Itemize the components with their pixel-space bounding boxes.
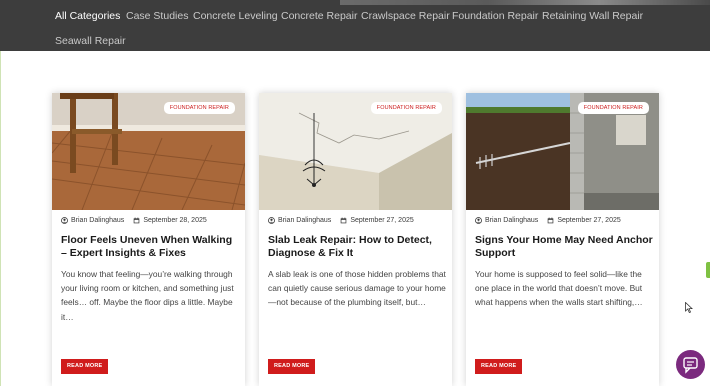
- category-retaining-wall-repair[interactable]: Retaining Wall Repair: [542, 10, 643, 22]
- read-more-button[interactable]: READ MORE: [475, 359, 523, 374]
- post-title[interactable]: Floor Feels Uneven When Walking – Expert…: [61, 234, 239, 259]
- user-circle-icon: [268, 217, 275, 224]
- post-date: September 28, 2025: [143, 217, 207, 224]
- category-case-studies[interactable]: Case Studies: [126, 10, 188, 22]
- post-thumbnail[interactable]: FOUNDATION REPAIR: [259, 93, 452, 210]
- category-badge[interactable]: FOUNDATION REPAIR: [163, 102, 235, 114]
- post-title[interactable]: Slab Leak Repair: How to Detect, Diagnos…: [268, 234, 446, 259]
- chat-bubble-icon: [683, 357, 698, 374]
- category-seawall-repair[interactable]: Seawall Repair: [55, 35, 126, 47]
- post-excerpt: Your home is supposed to feel solid—like…: [475, 269, 643, 308]
- post-excerpt: A slab leak is one of those hidden probl…: [268, 269, 446, 308]
- post-meta: Brian Dalinghaus September 27, 2025: [475, 217, 621, 224]
- calendar-icon: [548, 217, 554, 224]
- category-bar: All Categories Case Studies Concrete Lev…: [0, 0, 710, 51]
- post-author[interactable]: Brian Dalinghaus: [71, 217, 124, 224]
- user-circle-icon: [61, 217, 68, 224]
- read-more-button[interactable]: READ MORE: [61, 359, 109, 374]
- chat-button[interactable]: [676, 350, 705, 379]
- post-date: September 27, 2025: [557, 217, 621, 224]
- post-meta: Brian Dalinghaus September 28, 2025: [61, 217, 207, 224]
- read-more-button[interactable]: READ MORE: [268, 359, 316, 374]
- scroll-accent: [706, 262, 710, 278]
- post-title[interactable]: Signs Your Home May Need Anchor Support: [475, 234, 653, 259]
- post-card: FOUNDATION REPAIR Brian Dalinghaus Septe…: [259, 93, 452, 386]
- post-meta: Brian Dalinghaus September 27, 2025: [268, 217, 414, 224]
- category-concrete-repair[interactable]: Concrete Repair: [281, 10, 357, 22]
- post-card: FOUNDATION REPAIR Brian Dalinghaus Septe…: [52, 93, 245, 386]
- post-card: FOUNDATION REPAIR Brian Dalinghaus Septe…: [466, 93, 659, 386]
- calendar-icon: [134, 217, 140, 224]
- calendar-icon: [341, 217, 347, 224]
- mouse-pointer-icon: [685, 302, 693, 314]
- category-foundation-repair[interactable]: Foundation Repair: [452, 10, 538, 22]
- post-thumbnail[interactable]: FOUNDATION REPAIR: [466, 93, 659, 210]
- page-edge-line: [0, 51, 1, 386]
- post-thumbnail[interactable]: FOUNDATION REPAIR: [52, 93, 245, 210]
- category-badge[interactable]: FOUNDATION REPAIR: [577, 102, 649, 114]
- category-crawlspace-repair[interactable]: Crawlspace Repair: [361, 10, 450, 22]
- user-circle-icon: [475, 217, 482, 224]
- header-image-strip: [340, 0, 710, 5]
- post-date: September 27, 2025: [350, 217, 414, 224]
- category-all[interactable]: All Categories: [55, 10, 120, 22]
- category-concrete-leveling[interactable]: Concrete Leveling: [193, 10, 278, 22]
- post-author[interactable]: Brian Dalinghaus: [485, 217, 538, 224]
- post-excerpt: You know that feeling—you’re walking thr…: [61, 269, 234, 322]
- category-badge[interactable]: FOUNDATION REPAIR: [370, 102, 442, 114]
- post-author[interactable]: Brian Dalinghaus: [278, 217, 331, 224]
